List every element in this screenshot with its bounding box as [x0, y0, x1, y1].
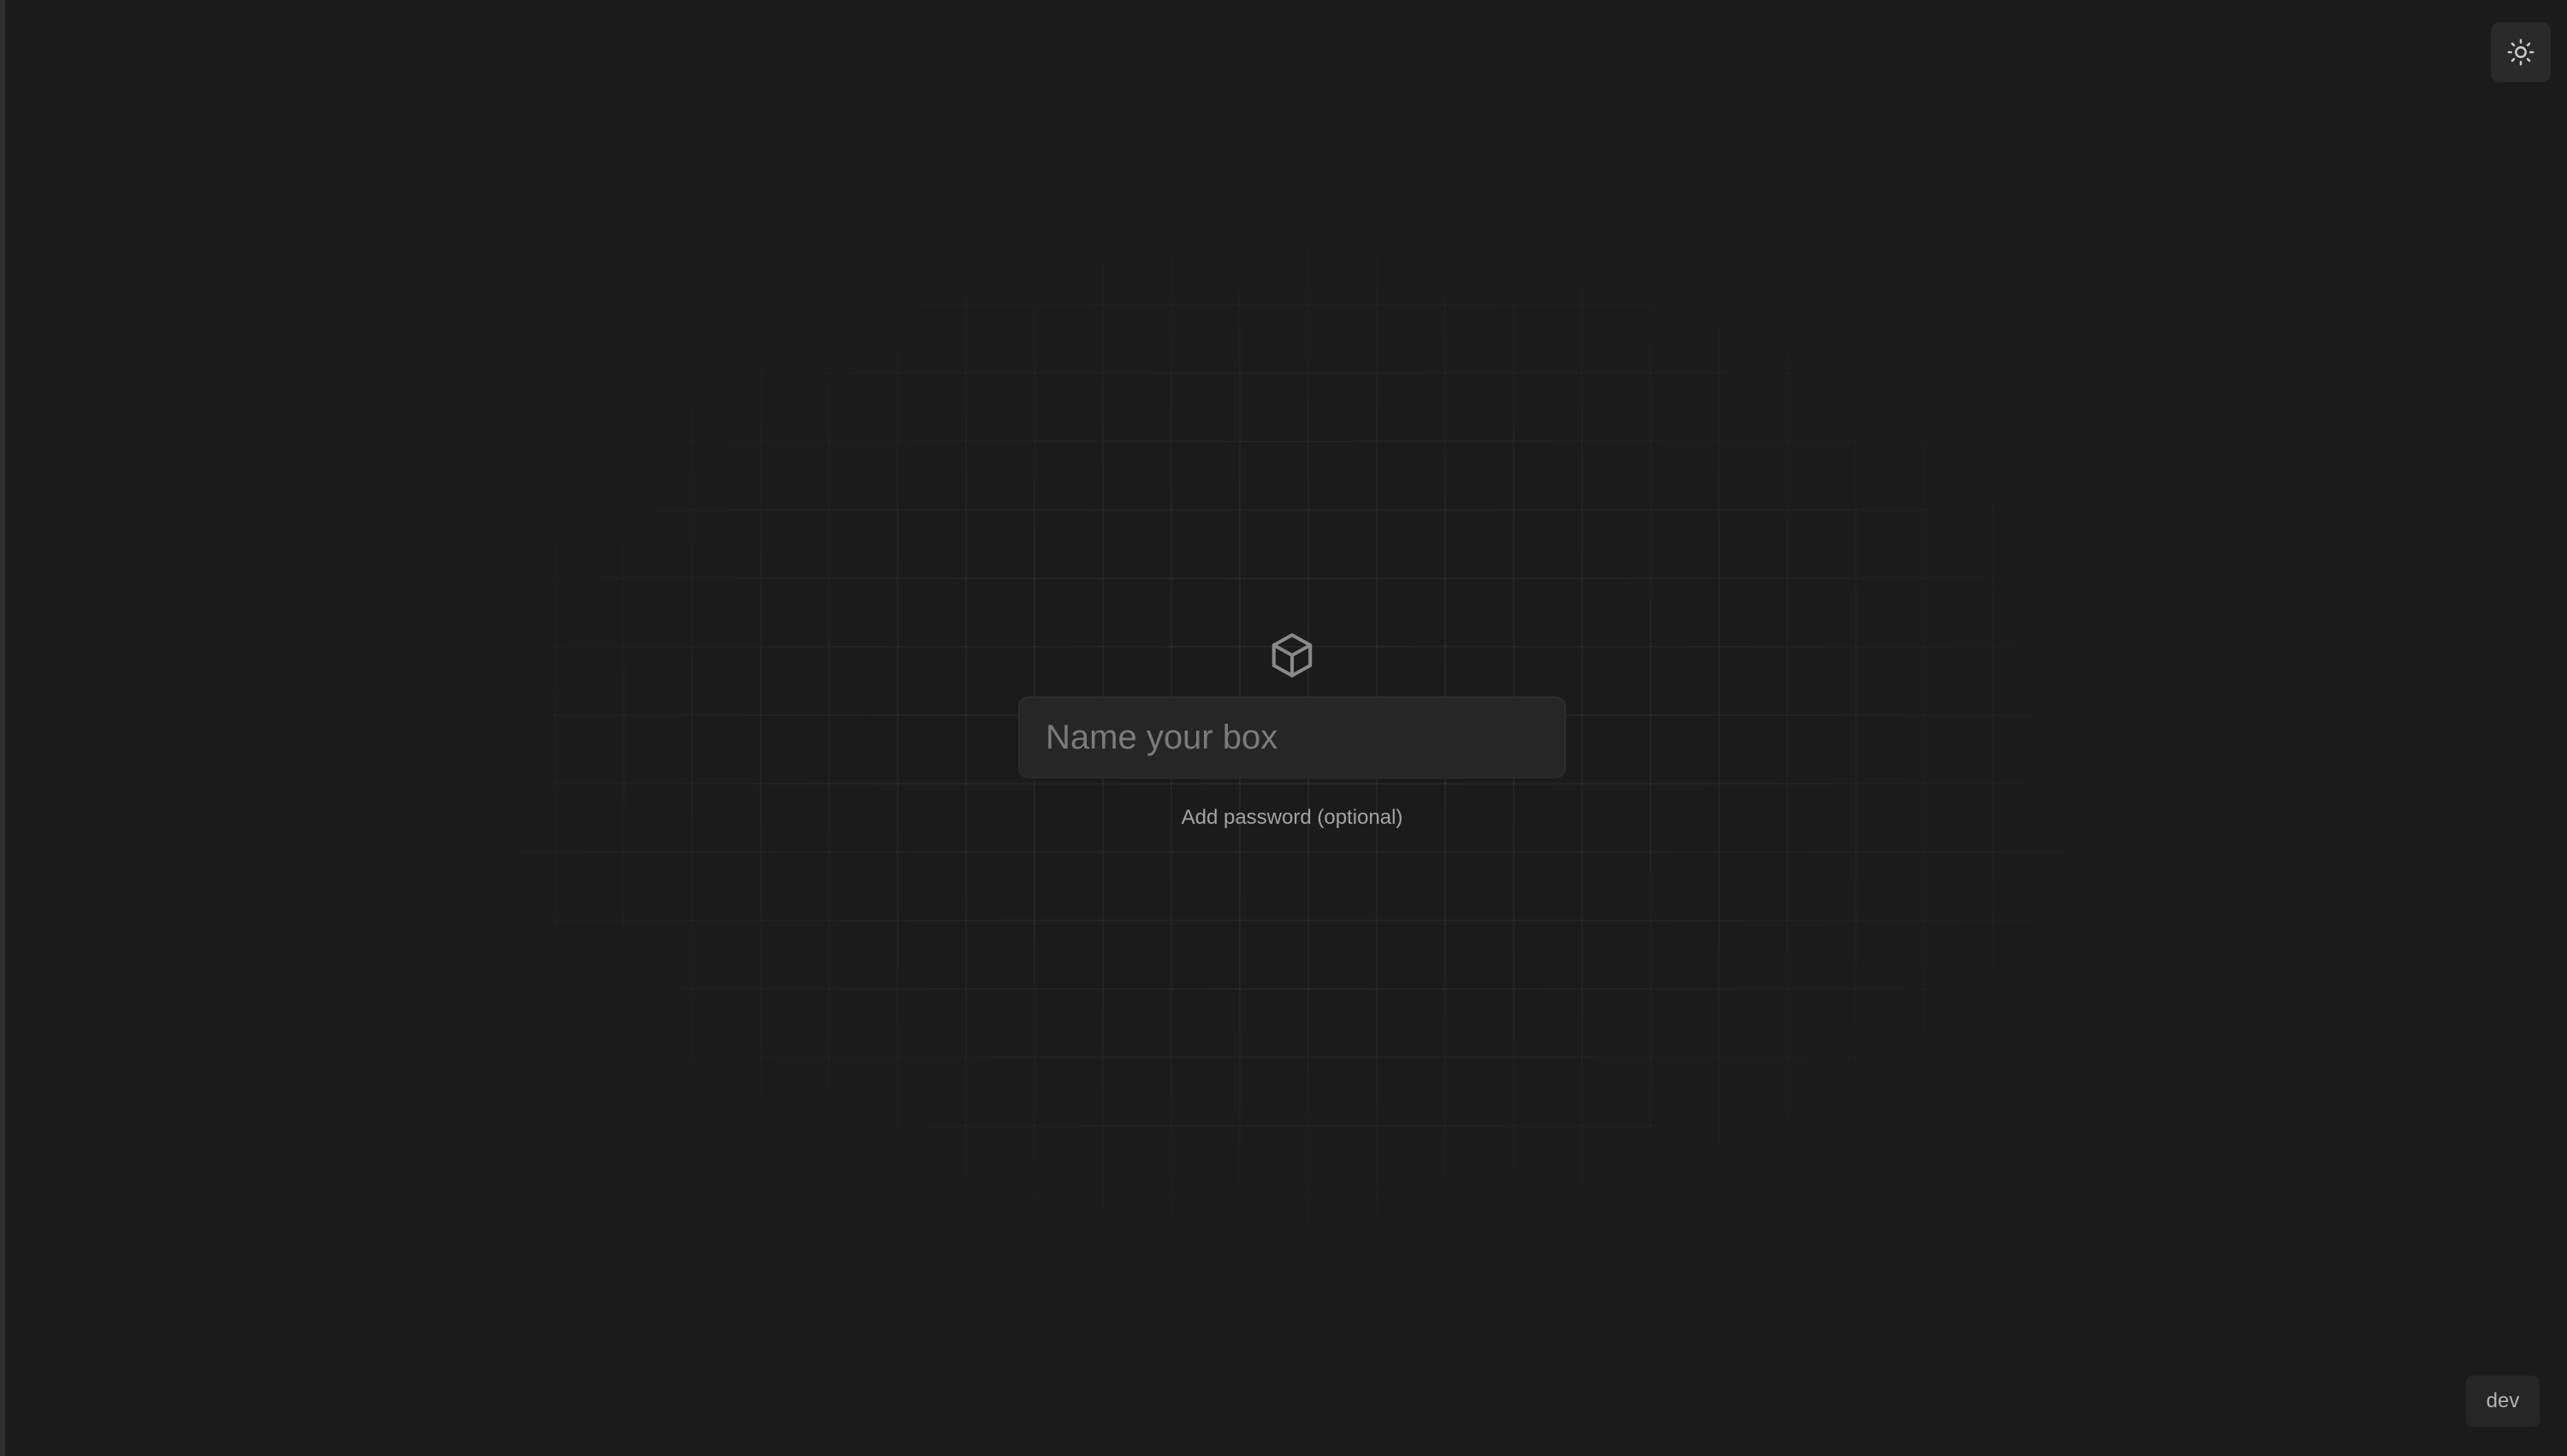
add-password-link[interactable]: Add password (optional) [1175, 802, 1410, 833]
box-name-input[interactable] [1018, 696, 1566, 778]
page: Add password (optional) dev [0, 0, 2567, 1456]
theme-toggle-button[interactable] [2491, 22, 2551, 82]
create-box-form: Add password (optional) [1018, 630, 1566, 833]
box-icon [1272, 633, 1313, 678]
sun-icon [2507, 38, 2534, 66]
env-badge: dev [2466, 1376, 2540, 1427]
